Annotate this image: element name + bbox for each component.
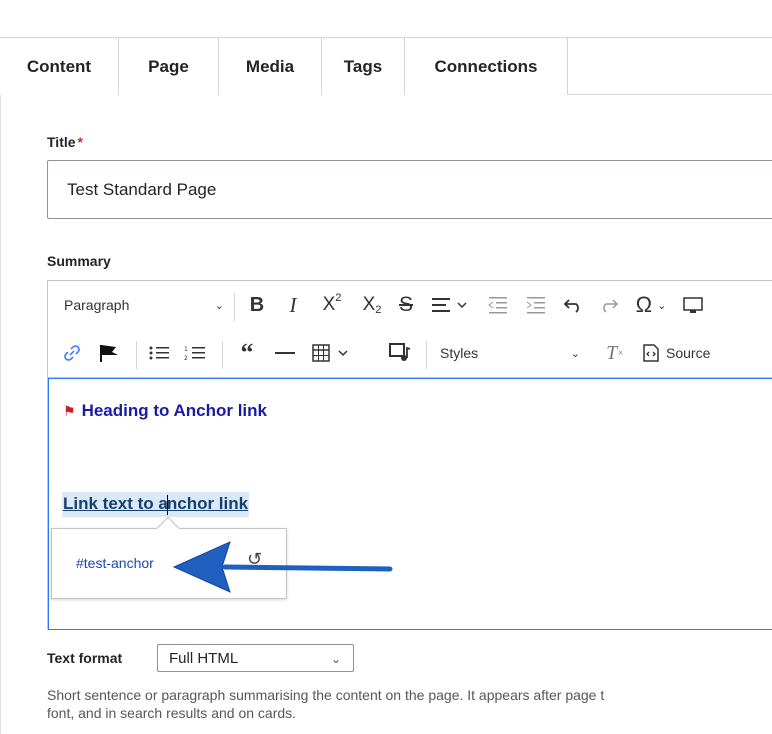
anchor-flag-icon: ⚑ xyxy=(63,402,76,419)
tab-media[interactable]: Media xyxy=(219,38,322,95)
link-text-part-1: Link text to a xyxy=(63,494,168,513)
indent-icon[interactable] xyxy=(520,283,552,327)
subscript-icon[interactable]: X2 xyxy=(354,283,390,327)
superscript-icon[interactable]: X2 xyxy=(314,283,350,327)
toolbar-row-2: 12 “ Styles ⌄ T × Source xyxy=(48,331,772,375)
numbered-list-icon[interactable]: 12 xyxy=(180,331,210,375)
chevron-down-icon: ⌄ xyxy=(570,347,580,360)
title-label-text: Title xyxy=(47,134,76,150)
bold-icon[interactable]: B xyxy=(244,283,270,327)
text-format-select[interactable]: Full HTML ⌄ xyxy=(157,644,354,672)
chevron-down-icon: ⌄ xyxy=(657,299,667,312)
styles-dropdown-label: Styles xyxy=(440,345,479,361)
chevron-down-icon: ⌄ xyxy=(330,652,341,666)
heading-with-anchor[interactable]: ⚑ Heading to Anchor link xyxy=(63,401,267,421)
link-icon[interactable] xyxy=(58,331,86,375)
balloon-link-href[interactable]: #test-anchor xyxy=(76,555,154,571)
text-format-label: Text format xyxy=(47,650,123,666)
tab-connections[interactable]: Connections xyxy=(405,38,568,95)
svg-text:2: 2 xyxy=(184,355,188,362)
link-text-part-2: nchor link xyxy=(166,494,249,513)
source-label: Source xyxy=(666,345,711,361)
styles-dropdown[interactable]: Styles ⌄ xyxy=(440,331,580,375)
source-button[interactable]: Source xyxy=(640,331,730,375)
paragraph-dropdown-label: Paragraph xyxy=(64,297,130,313)
strikethrough-icon[interactable]: S xyxy=(392,283,420,327)
blockquote-icon[interactable]: “ xyxy=(232,331,262,375)
table-dropdown[interactable] xyxy=(308,331,358,375)
anchor-link-text[interactable]: Link text to anchor link xyxy=(62,492,250,517)
summary-label: Summary xyxy=(47,253,111,269)
horizontal-line-icon[interactable] xyxy=(270,331,300,375)
tab-tags[interactable]: Tags xyxy=(322,38,405,95)
description-line-1: Short sentence or paragraph summarising … xyxy=(47,687,605,703)
special-characters-dropdown[interactable]: Ω ⌄ xyxy=(628,283,674,327)
omega-icon: Ω xyxy=(635,292,653,317)
media-embed-icon[interactable] xyxy=(678,283,708,327)
bulleted-list-icon[interactable] xyxy=(144,331,174,375)
toolbar-row-1: Paragraph ⌄ B I X2 X2 S Ω ⌄ xyxy=(48,283,772,327)
italic-icon[interactable]: I xyxy=(280,283,306,327)
summary-description: Short sentence or paragraph summarising … xyxy=(47,686,772,722)
tab-bar: Content Page Media Tags Connections xyxy=(0,37,772,95)
title-input-value: Test Standard Page xyxy=(67,179,217,199)
required-marker: * xyxy=(77,134,83,150)
toolbar-separator xyxy=(222,341,223,369)
text-format-value: Full HTML xyxy=(169,649,239,667)
tab-content[interactable]: Content xyxy=(0,38,119,95)
title-label: Title * xyxy=(47,134,83,150)
chevron-down-icon: ⌄ xyxy=(214,299,224,312)
toolbar-separator xyxy=(136,341,137,369)
anchor-flag-icon[interactable] xyxy=(94,331,124,375)
table-icon xyxy=(312,344,348,362)
editor-toolbar: Paragraph ⌄ B I X2 X2 S Ω ⌄ 1 2 “ Styles… xyxy=(48,281,772,378)
undo-icon[interactable] xyxy=(558,283,588,327)
svg-text:1: 1 xyxy=(184,346,188,353)
redo-icon[interactable] xyxy=(594,283,624,327)
toolbar-separator xyxy=(234,293,235,321)
panel-border xyxy=(0,95,1,734)
annotation-arrow-icon xyxy=(172,541,393,593)
description-line-2: font, and in search results and on cards… xyxy=(47,705,297,721)
outdent-icon[interactable] xyxy=(482,283,514,327)
remove-format-icon[interactable]: T × xyxy=(602,331,628,375)
media-library-icon[interactable] xyxy=(384,331,416,375)
tab-page[interactable]: Page xyxy=(119,38,219,95)
align-left-icon xyxy=(432,298,467,312)
toolbar-separator xyxy=(426,341,427,369)
tab-bar-spacer xyxy=(568,38,772,94)
heading-text: Heading to Anchor link xyxy=(81,401,267,420)
title-input[interactable]: Test Standard Page xyxy=(47,160,772,219)
paragraph-dropdown[interactable]: Paragraph ⌄ xyxy=(64,283,234,327)
alignment-dropdown[interactable] xyxy=(426,283,478,327)
source-icon xyxy=(643,344,659,362)
